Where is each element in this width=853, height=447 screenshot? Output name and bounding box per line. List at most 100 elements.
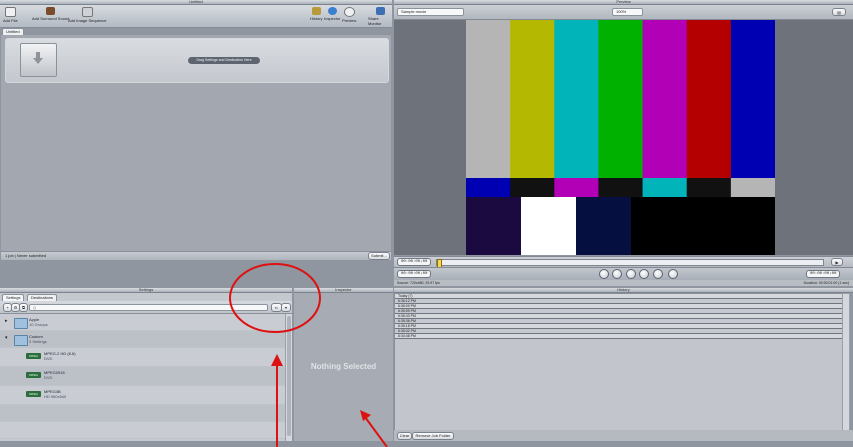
history-icon bbox=[311, 7, 321, 15]
add-image-sequence-label: Add Image Sequence bbox=[68, 18, 107, 23]
step-back-button[interactable] bbox=[612, 269, 623, 279]
share-monitor-button[interactable]: Share Monitor bbox=[368, 7, 392, 26]
source-select[interactable]: Sample movie bbox=[397, 8, 464, 16]
preview-window-title: Preview bbox=[616, 0, 631, 4]
color-bar-top bbox=[510, 20, 555, 178]
color-bar-top bbox=[730, 20, 775, 178]
color-bar-mid bbox=[642, 178, 688, 197]
timeline-end-button[interactable]: ▶ bbox=[831, 258, 843, 266]
setting-item[interactable]: MPEG MPEG2916 DVD bbox=[0, 367, 285, 386]
scrollbar-thumb[interactable] bbox=[287, 316, 291, 436]
history-footer: Clear Remove Job Folder bbox=[394, 430, 853, 441]
history-button[interactable]: History bbox=[310, 7, 322, 21]
settings-scrollbar[interactable] bbox=[285, 314, 292, 441]
group-custom-count: 3 Settings bbox=[29, 339, 47, 344]
setting-item[interactable]: MPEG MPEG-2 HD (6.6) DVD bbox=[0, 348, 285, 367]
mpeg-badge-icon: MPEG bbox=[26, 372, 41, 378]
share-monitor-label: Share Monitor bbox=[368, 16, 382, 26]
zoom-select[interactable]: 100% bbox=[612, 8, 643, 16]
color-bars-frame bbox=[466, 20, 775, 255]
group-apple-count: 10 Groups bbox=[29, 322, 48, 327]
inspector-button[interactable]: Inspector bbox=[324, 7, 340, 21]
preview-controls-top: Sample movie 100% ▤ bbox=[394, 5, 853, 20]
group-custom-label: Custom 3 Settings bbox=[29, 334, 47, 344]
nothing-selected-label: Nothing Selected bbox=[310, 362, 377, 371]
color-bar-top bbox=[598, 20, 644, 178]
settings-list: ▸ Apple 10 Groups ▾ Custom 3 Settings MP… bbox=[0, 314, 285, 441]
source-select-value: Sample movie bbox=[401, 9, 427, 14]
go-to-start-button[interactable] bbox=[599, 269, 609, 279]
empty-row bbox=[0, 422, 285, 439]
group-apple[interactable]: ▸ Apple 10 Groups bbox=[0, 314, 285, 331]
timeline-track[interactable] bbox=[436, 259, 824, 268]
setting-sub: HD 960x540 bbox=[44, 394, 67, 399]
source-info: Source: 720x480, 29.97 fps bbox=[397, 281, 440, 285]
tab-destinations[interactable]: Destinations bbox=[27, 294, 58, 301]
add-surround-button[interactable]: Add Surround Sound bbox=[32, 7, 69, 21]
disclosure-triangle-icon[interactable]: ▸ bbox=[5, 318, 8, 324]
color-bar-bottom bbox=[727, 197, 775, 255]
color-bar-mid bbox=[686, 178, 732, 197]
setting-sub: DVD bbox=[44, 375, 53, 380]
history-window-title: History bbox=[617, 287, 630, 292]
batch-toolbar: Add File Add Surround Sound Add Image Se… bbox=[0, 5, 392, 28]
gear-icon: ⚙ bbox=[13, 305, 18, 310]
play-icon bbox=[343, 7, 355, 17]
setting-label: MPEG-2 HD (6.6) DVD bbox=[44, 351, 76, 361]
color-bar-mid bbox=[598, 178, 644, 197]
add-surround-label: Add Surround Sound bbox=[32, 16, 70, 21]
color-bar-top bbox=[642, 20, 688, 178]
preview-label: Preview bbox=[342, 18, 357, 23]
batch-status-text: 1 job | Never submitted bbox=[5, 253, 47, 258]
loop-button[interactable] bbox=[667, 269, 678, 279]
search-icon: Q bbox=[33, 305, 37, 310]
history-row[interactable]: 6:34:48 PM bbox=[395, 334, 842, 339]
group-custom[interactable]: ▾ Custom 3 Settings bbox=[0, 331, 285, 348]
history-list: Today (7) 6:36:12 PM 6:36:09 PM 6:35:59 … bbox=[394, 293, 843, 431]
submit-button[interactable]: Submit... bbox=[368, 252, 390, 260]
add-image-sequence-button[interactable]: Add Image Sequence bbox=[68, 7, 106, 23]
color-bar-mid bbox=[730, 178, 775, 197]
color-bar-bottom bbox=[576, 197, 632, 255]
disclosure-triangle-icon[interactable]: ▾ bbox=[5, 335, 8, 341]
mpeg-badge-icon: MPEG bbox=[26, 391, 41, 397]
timecode-current[interactable]: 00:00:00;00 bbox=[397, 270, 432, 278]
view-options-button[interactable]: ▤ bbox=[832, 8, 846, 16]
drop-target-label[interactable]: Drag Settings and Destination Here bbox=[188, 57, 260, 64]
color-bar-bottom bbox=[679, 197, 728, 255]
add-file-button[interactable]: Add File bbox=[3, 7, 18, 23]
color-bar-mid bbox=[554, 178, 599, 197]
go-to-end-button[interactable] bbox=[652, 269, 663, 279]
settings-tabs: Settings Destinations bbox=[0, 293, 292, 301]
folder-icon bbox=[14, 318, 28, 329]
tab-untitled[interactable]: Untitled bbox=[2, 28, 24, 35]
preview-button[interactable]: Preview bbox=[342, 7, 356, 23]
color-bar-bottom bbox=[466, 197, 522, 255]
settings-search-input[interactable]: Q bbox=[29, 304, 268, 311]
clear-button[interactable]: Clear bbox=[397, 432, 412, 440]
batch-window-title: Untitled bbox=[189, 0, 203, 4]
down-arrow-icon bbox=[33, 52, 43, 64]
inspector-label: Inspector bbox=[324, 16, 341, 21]
play-button[interactable] bbox=[625, 269, 636, 279]
add-file-icon bbox=[4, 7, 16, 17]
timecode-in[interactable]: 00:00:00;00 bbox=[397, 258, 432, 266]
history-scrollbar[interactable] bbox=[842, 293, 850, 431]
tab-settings[interactable]: Settings bbox=[2, 294, 25, 301]
inspector-window-title: Inspector bbox=[335, 287, 352, 292]
preview-scrubber: 00:00:00;00 ▶ bbox=[394, 256, 853, 268]
step-forward-button[interactable] bbox=[639, 269, 650, 279]
info-icon bbox=[327, 7, 337, 15]
remove-job-folder-button[interactable]: Remove Job Folder bbox=[412, 432, 454, 440]
settings-toolbar: + ⚙ ⧉ Q ⇐ ▾ bbox=[0, 301, 292, 314]
source-job[interactable]: Drag Settings and Destination Here bbox=[5, 38, 389, 83]
duplicate-setting-button[interactable]: ⧉ bbox=[19, 303, 28, 312]
color-bar-bottom bbox=[521, 197, 577, 255]
setting-sub: DVD bbox=[44, 356, 53, 361]
setting-item[interactable]: MPEG MPEG4B HD 960x540 bbox=[0, 386, 285, 405]
timecode-end[interactable]: 00:00:00;00 bbox=[806, 270, 841, 278]
setting-label: MPEG2916 DVD bbox=[44, 370, 65, 380]
history-label: History bbox=[310, 16, 323, 21]
color-bar-top bbox=[554, 20, 599, 178]
settings-menu-button[interactable]: ▾ bbox=[281, 303, 291, 312]
